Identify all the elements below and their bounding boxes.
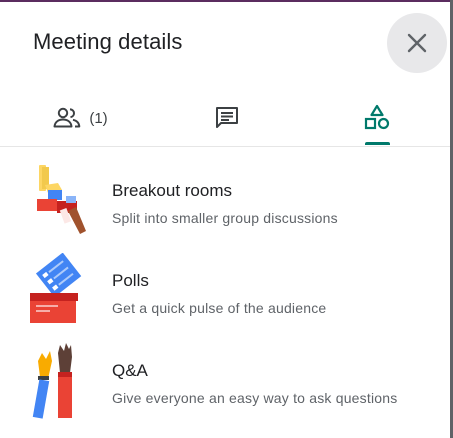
activity-name: Polls <box>112 271 149 290</box>
panel-title: Meeting details <box>33 29 183 54</box>
close-icon <box>407 33 427 53</box>
tab-chat[interactable] <box>195 90 259 146</box>
activity-description: Give everyone an easy way to ask questio… <box>112 390 398 406</box>
people-icon <box>53 107 81 128</box>
chat-icon <box>216 107 238 128</box>
activity-name: Q&A <box>112 361 148 380</box>
active-tab-indicator <box>365 142 390 145</box>
panel-tabs: (1) <box>0 90 450 147</box>
panel-header: Meeting details <box>0 0 450 86</box>
tab-people[interactable]: (1) <box>40 90 120 146</box>
polls-illustration <box>30 253 82 323</box>
activity-qa[interactable]: Q&A Give everyone an easy way to ask que… <box>0 343 450 431</box>
close-button[interactable] <box>387 13 447 73</box>
activity-description: Split into smaller group discussions <box>112 210 338 226</box>
qa-illustration <box>32 343 72 419</box>
activity-description: Get a quick pulse of the audience <box>112 300 327 316</box>
activity-name: Breakout rooms <box>112 181 232 200</box>
breakout-rooms-illustration <box>37 165 86 234</box>
activity-polls[interactable]: Polls Get a quick pulse of the audience <box>0 253 450 341</box>
participant-count: (1) <box>89 109 108 127</box>
tab-activities[interactable] <box>345 90 409 146</box>
activity-breakout-rooms[interactable]: Breakout rooms Split into smaller group … <box>0 163 450 251</box>
activities-shapes-icon <box>364 104 390 130</box>
